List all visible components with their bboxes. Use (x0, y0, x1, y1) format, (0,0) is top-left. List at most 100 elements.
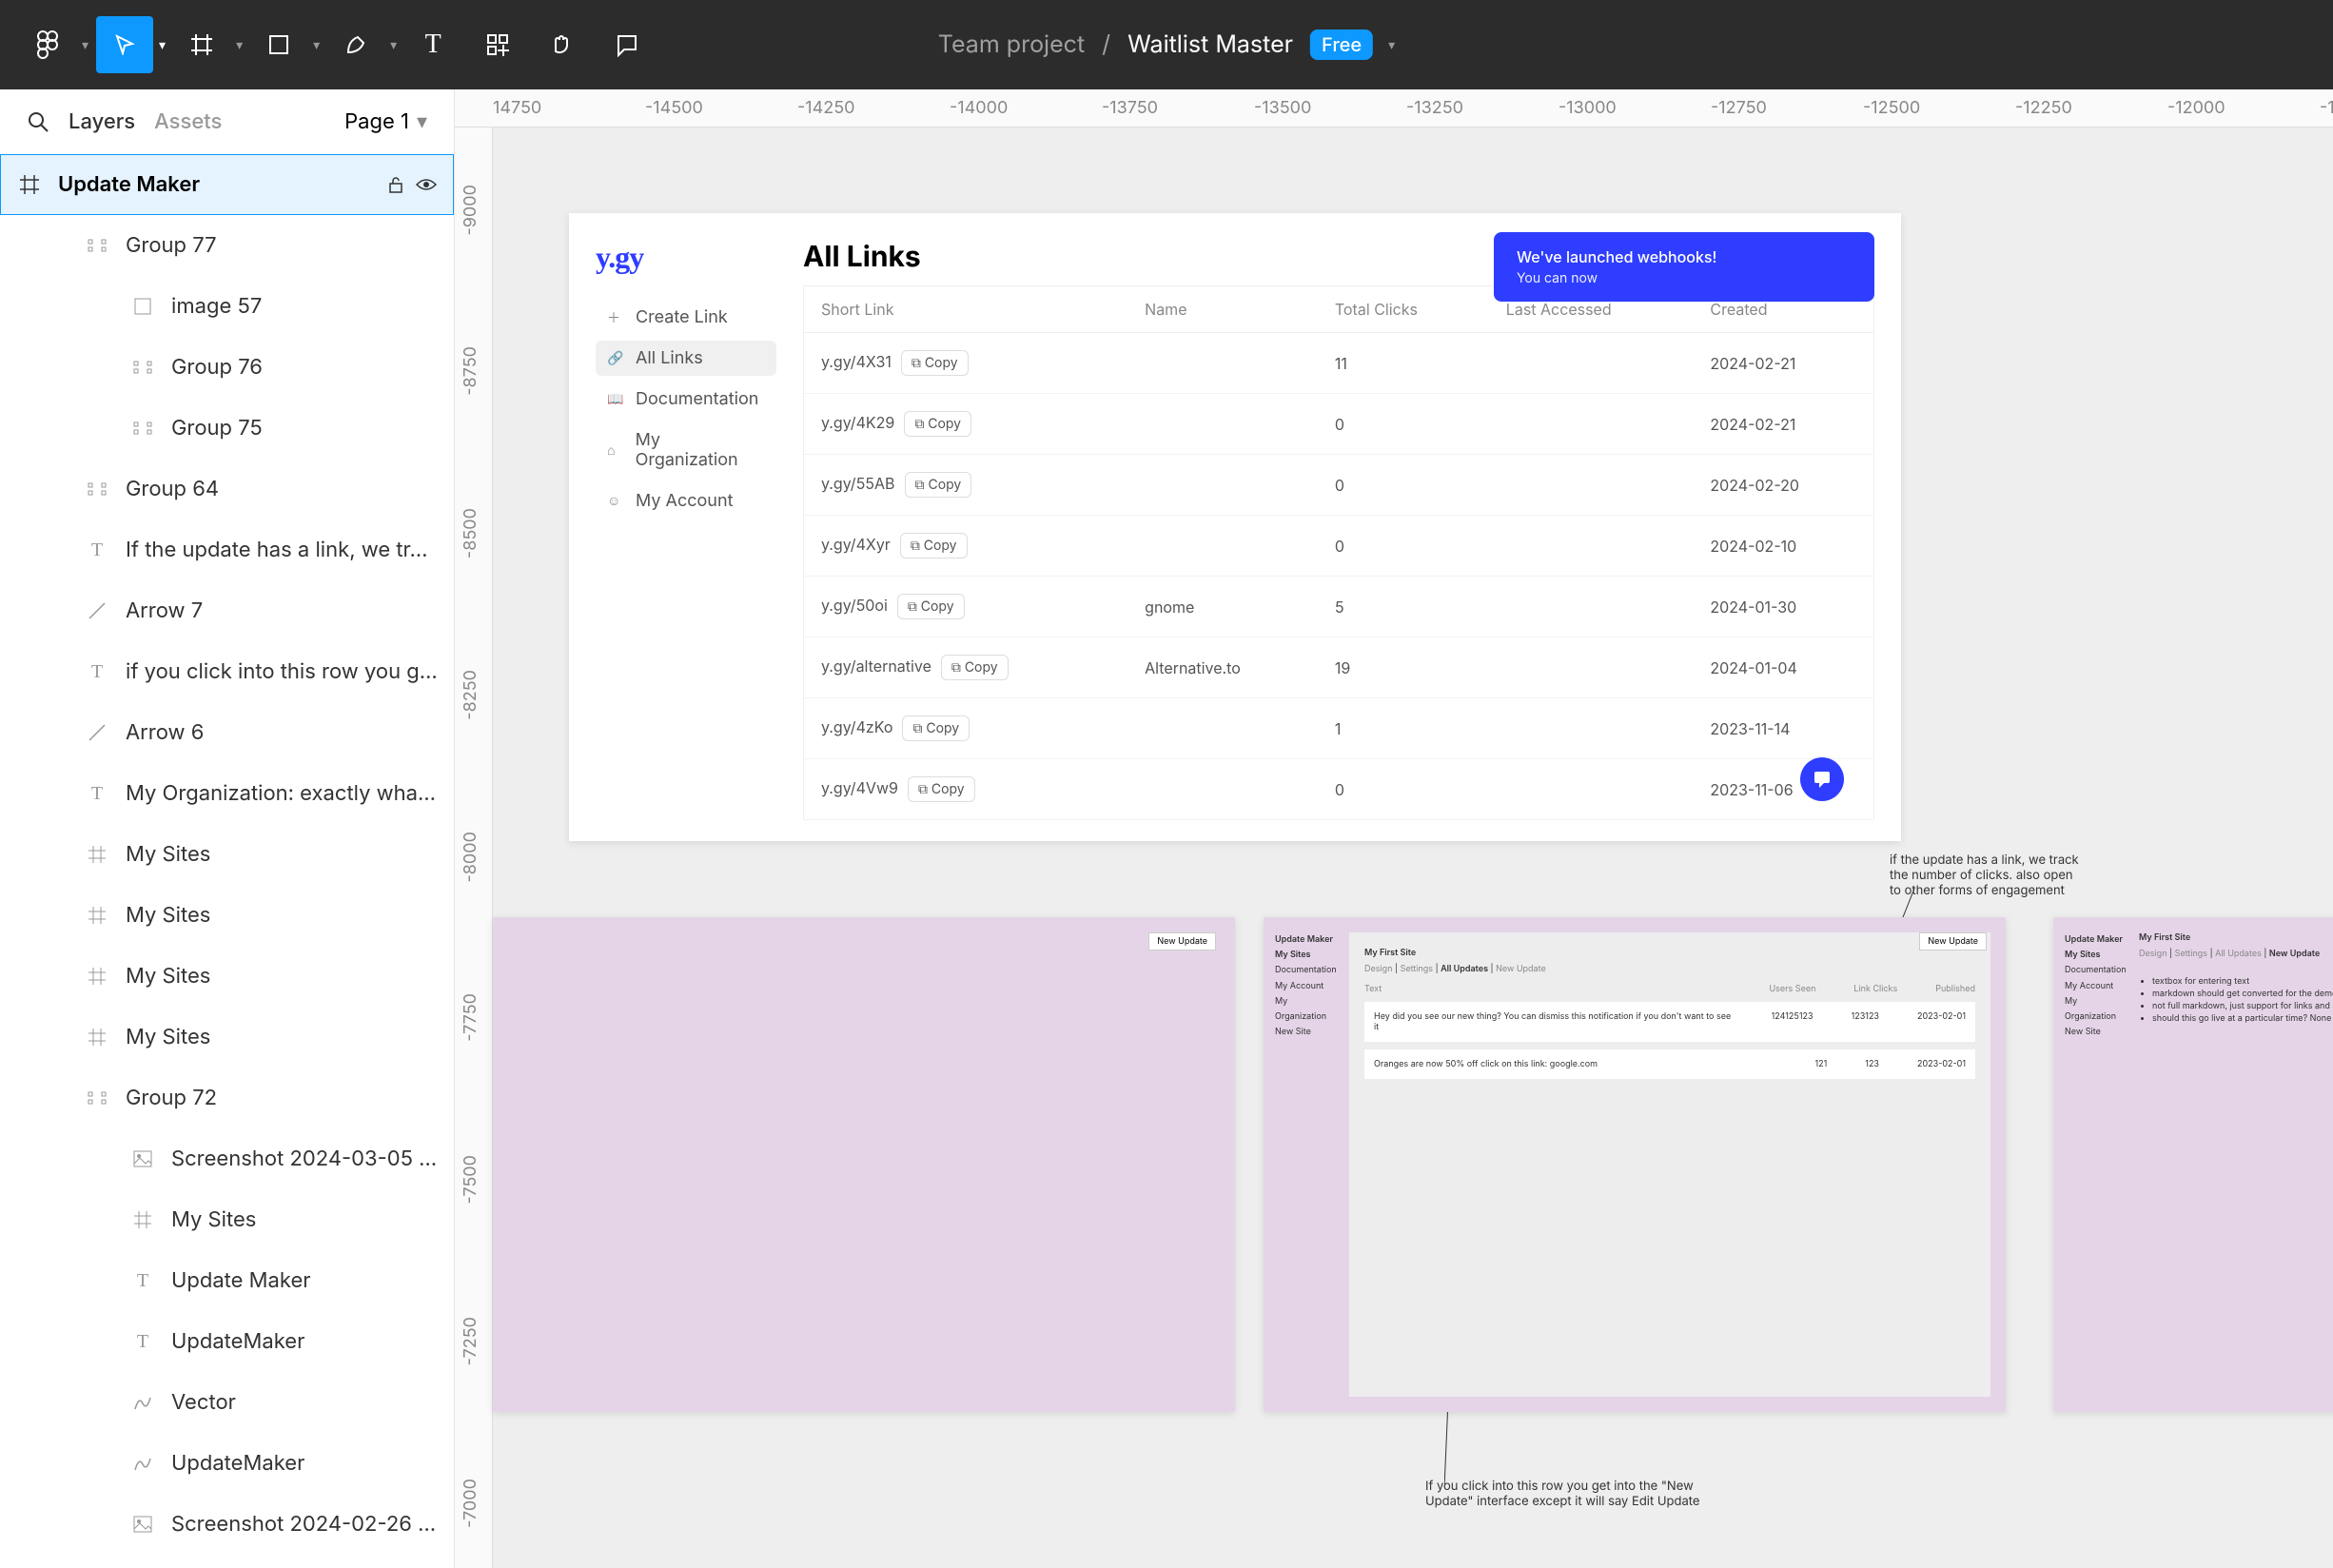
click-count: 11 (1318, 333, 1489, 394)
chevron-down-icon[interactable]: ▾ (236, 37, 243, 53)
layer-row[interactable]: My Sites (0, 1189, 454, 1250)
layer-row[interactable]: My Sites (0, 946, 454, 1007)
short-link: y.gy/4K29 (821, 413, 894, 432)
webhooks-banner[interactable]: We've launched webhooks! You can now (1494, 232, 1874, 302)
table-row[interactable]: y.gy/4zKo⧉ Copy12023-11-14 (804, 698, 1874, 759)
copy-button[interactable]: ⧉ Copy (905, 472, 972, 498)
layer-row[interactable]: My Sites (0, 1007, 454, 1068)
plan-badge[interactable]: Free (1310, 29, 1373, 60)
layer-row[interactable]: Arrow 7 (0, 580, 454, 641)
pen-tool-icon[interactable] (327, 16, 384, 73)
copy-button[interactable]: ⧉ Copy (908, 776, 975, 802)
copy-button[interactable]: ⧉ Copy (902, 715, 970, 741)
breadcrumb-team[interactable]: Team project (938, 30, 1085, 59)
sidebar-item[interactable]: My Sites (2065, 948, 2127, 963)
layer-row[interactable]: Screenshot 2024-03-05 … (0, 1128, 454, 1189)
sidebar-item[interactable]: My Account (2065, 979, 2127, 994)
sidebar-item[interactable]: My Organization (2065, 994, 2127, 1025)
artboard-new-update[interactable]: New Update Update Maker My Sites Documen… (2053, 917, 2333, 1412)
nav-item[interactable]: ⌂My Organization (596, 422, 776, 478)
nav-item[interactable]: ＋Create Link (596, 300, 776, 335)
layer-row[interactable]: Screenshot 2024-02-26 … (0, 1494, 454, 1555)
sidebar-item[interactable]: My Sites (1275, 948, 1338, 963)
table-row[interactable]: y.gy/4Xyr⧉ Copy02024-02-10 (804, 516, 1874, 577)
layer-row[interactable]: Tif you click into this row you g… (0, 641, 454, 702)
table-row[interactable]: y.gy/50oi⧉ Copygnome52024-01-30 (804, 577, 1874, 637)
search-icon[interactable] (27, 110, 49, 133)
table-row[interactable]: y.gy/4K29⧉ Copy02024-02-21 (804, 394, 1874, 455)
chevron-down-icon[interactable]: ▾ (1388, 37, 1395, 53)
page-selector-label: Page 1 (344, 109, 409, 134)
figma-menu-icon[interactable] (19, 16, 76, 73)
tab-assets[interactable]: Assets (154, 109, 222, 134)
layer-row[interactable]: Vector (0, 1372, 454, 1433)
chevron-down-icon[interactable]: ▾ (313, 37, 320, 53)
move-tool-icon[interactable] (96, 16, 153, 73)
tab-layers[interactable]: Layers (69, 109, 135, 134)
nav-item[interactable]: ☺My Account (596, 483, 776, 519)
nav-item[interactable]: 📖Documentation (596, 382, 776, 417)
layer-label: My Sites (126, 903, 210, 928)
artboard-all-updates[interactable]: New Update Update Maker My Sites Documen… (1264, 917, 2006, 1412)
copy-button[interactable]: ⧉ Copy (900, 533, 968, 559)
layer-label: if you click into this row you g… (126, 659, 438, 684)
layer-row[interactable]: Group 75 (0, 398, 454, 459)
sidebar-item[interactable]: Documentation (1275, 963, 1338, 978)
chevron-down-icon[interactable]: ▾ (390, 37, 397, 53)
sidebar-item[interactable]: Documentation (2065, 963, 2127, 978)
nav-item[interactable]: 🔗All Links (596, 341, 776, 376)
layer-row[interactable]: TMy Organization: exactly wha… (0, 763, 454, 824)
layer-row[interactable]: image 57 (0, 276, 454, 337)
breadcrumb-project[interactable]: Waitlist Master (1127, 30, 1293, 59)
copy-button[interactable]: ⧉ Copy (901, 350, 969, 376)
selected-frame-row[interactable]: Update Maker (0, 154, 454, 215)
layer-row[interactable]: TUpdate Maker (0, 1250, 454, 1311)
copy-button[interactable]: ⧉ Copy (897, 594, 965, 619)
layer-row[interactable]: Group 64 (0, 459, 454, 519)
copy-button[interactable]: ⧉ Copy (904, 411, 971, 437)
page-selector[interactable]: Page 1 ▾ (344, 109, 427, 134)
resources-tool-icon[interactable] (469, 16, 526, 73)
chevron-down-icon[interactable]: ▾ (159, 37, 166, 53)
copy-button[interactable]: ⧉ Copy (941, 655, 1009, 680)
sidebar-item[interactable]: My Organization (1275, 994, 1338, 1025)
hand-tool-icon[interactable] (534, 16, 591, 73)
short-link: y.gy/4Vw9 (821, 778, 898, 797)
table-row[interactable]: y.gy/4X31⧉ Copy112024-02-21 (804, 333, 1874, 394)
update-row[interactable]: Hey did you see our new thing? You can d… (1364, 1002, 1975, 1042)
table-row[interactable]: y.gy/alternative⧉ CopyAlternative.to1920… (804, 637, 1874, 698)
sidebar-item[interactable]: New Site (2065, 1025, 2127, 1040)
chevron-down-icon[interactable]: ▾ (82, 37, 88, 53)
short-link: y.gy/alternative (821, 657, 931, 676)
new-update-button[interactable]: New Update (1148, 932, 1216, 951)
sidebar-item[interactable]: My Account (1275, 979, 1338, 994)
group-icon (84, 1085, 110, 1111)
layer-row[interactable]: TUpdateMaker (0, 1311, 454, 1372)
layer-row[interactable]: TIf the update has a link, we tr… (0, 519, 454, 580)
artboard-pink-blank[interactable]: New Update (493, 917, 1235, 1412)
table-row[interactable]: y.gy/55AB⧉ Copy02024-02-20 (804, 455, 1874, 516)
chat-fab-icon[interactable] (1800, 757, 1844, 801)
sidebar-item[interactable]: New Site (1275, 1025, 1338, 1040)
last-accessed (1489, 516, 1694, 577)
layer-row[interactable]: Group 77 (0, 215, 454, 276)
layer-row[interactable]: Group 76 (0, 337, 454, 398)
artboard-all-links[interactable]: y.gy ＋Create Link🔗All Links📖Documentatio… (569, 213, 1901, 841)
table-row[interactable]: y.gy/4Vw9⧉ Copy02023-11-06 (804, 759, 1874, 820)
layer-row[interactable]: Arrow 6 (0, 702, 454, 763)
layer-row[interactable]: Group 72 (0, 1068, 454, 1128)
frame-tool-icon[interactable] (173, 16, 230, 73)
new-update-button[interactable]: New Update (1919, 932, 1987, 951)
comment-tool-icon[interactable] (598, 16, 656, 73)
update-row[interactable]: Oranges are now 50% off click on this li… (1364, 1049, 1975, 1079)
layer-label: Arrow 7 (126, 598, 203, 623)
link-name (1127, 759, 1318, 820)
unlock-icon[interactable] (386, 175, 405, 194)
layer-row[interactable]: My Sites (0, 824, 454, 885)
layer-row[interactable]: My Sites (0, 885, 454, 946)
text-tool-icon[interactable]: T (404, 16, 461, 73)
shape-tool-icon[interactable] (250, 16, 307, 73)
layer-row[interactable]: UpdateMaker (0, 1433, 454, 1494)
visibility-icon[interactable] (415, 175, 438, 194)
canvas[interactable]: 14750-14500-14250-14000-13750-13500-1325… (455, 89, 2333, 1568)
